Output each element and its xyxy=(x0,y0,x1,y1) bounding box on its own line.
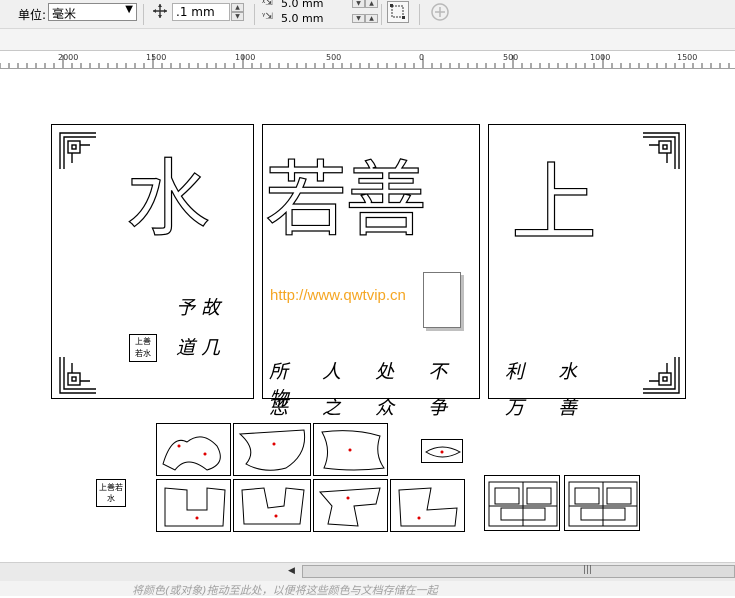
nudge-icon xyxy=(152,3,168,19)
small-calligraphy-line: 道 几 xyxy=(176,337,221,359)
calligraphy-chars: 若善 xyxy=(264,153,427,248)
duplicate-y-value[interactable]: 5.0 mm xyxy=(281,12,323,25)
ruler-tick-label: 2000 xyxy=(58,53,79,62)
ruler-ticks xyxy=(0,55,730,68)
corner-ornament-icon xyxy=(643,132,680,169)
lattice-thumbnail[interactable] xyxy=(564,475,640,531)
scroll-thumb[interactable]: ||| xyxy=(302,565,735,578)
toolbar-divider xyxy=(381,4,382,25)
ruler-tick-label: 1500 xyxy=(677,53,698,62)
scroll-grip-icon: ||| xyxy=(583,565,593,575)
ruler-tick-label: 1000 xyxy=(590,53,611,62)
seal-text: 上善若水 xyxy=(135,337,151,358)
add-button[interactable] xyxy=(430,2,450,22)
ruler-tick-label: 1000 xyxy=(235,53,256,62)
unit-value: 毫米 xyxy=(52,7,77,21)
dup-x-spin-down[interactable]: ▼ xyxy=(352,0,365,8)
panel-right[interactable]: 上 利 水 万 善 xyxy=(488,124,686,419)
ruler-tick-label: 500 xyxy=(326,53,342,62)
bounding-box-icon xyxy=(390,4,405,19)
calligraphy-char: 上 xyxy=(510,154,597,254)
duplicate-x-value[interactable]: 5.0 mm xyxy=(281,0,323,10)
selection-handle[interactable] xyxy=(423,272,461,328)
horizontal-ruler[interactable]: 2000 1500 1000 500 0 500 1000 1500 xyxy=(0,51,735,69)
cut-piece-thumbnail[interactable] xyxy=(390,479,465,532)
scroll-left-icon[interactable]: ◀ xyxy=(288,566,295,576)
corner-ornament-icon xyxy=(59,132,96,169)
dup-y-spin-up[interactable]: ▲ xyxy=(365,14,378,23)
small-calligraphy-line: 万 善 xyxy=(505,397,592,419)
small-calligraphy-line: 予 故 xyxy=(176,297,221,319)
ruler-tick-label: 500 xyxy=(503,53,519,62)
seal-thumbnail-text: 上善若水 xyxy=(99,483,123,503)
nudge-distance-value: .1 mm xyxy=(176,5,215,19)
panel-left[interactable]: 水 予 故 道 几 上善若水 xyxy=(51,124,254,399)
chevron-down-icon: ▼ xyxy=(125,4,133,15)
duplicate-x-icon: ᵡ⇲ xyxy=(262,0,273,8)
transform-tool-button[interactable] xyxy=(387,1,409,23)
unit-label: 单位: xyxy=(18,8,47,22)
ruler-tick-label: 1500 xyxy=(146,53,167,62)
toolbar-divider xyxy=(143,4,144,25)
cut-piece-thumbnail[interactable] xyxy=(313,423,388,476)
calligraphy-char: 水 xyxy=(125,150,211,248)
lattice-thumbnail[interactable] xyxy=(484,475,560,531)
panel-middle[interactable]: 若善 所 人 处 不 物 恶 之 众 争 而 xyxy=(262,124,480,446)
watermark-text: http://www.qwtvip.cn xyxy=(270,287,406,304)
unit-select[interactable]: 毫米 ▼ xyxy=(48,3,137,21)
corner-ornament-icon xyxy=(59,357,96,394)
cut-piece-thumbnail[interactable] xyxy=(421,439,463,463)
dup-x-spin-up[interactable]: ▲ xyxy=(365,0,378,8)
document-palette[interactable]: 将颜色(或对象)拖动至此处，以便将这些颜色与文档存储在一起 xyxy=(0,581,735,597)
plus-circle-icon xyxy=(431,3,449,21)
corner-ornament-icon xyxy=(643,357,680,394)
nudge-up-button[interactable]: ▲ xyxy=(231,3,244,12)
toolbar-area xyxy=(0,29,735,51)
drawing-canvas[interactable]: 水 予 故 道 几 上善若水 若善 所 人 处 不 物 恶 之 众 争 而 上 … xyxy=(0,69,735,561)
ruler-tick-label: 0 xyxy=(419,53,425,62)
seal-thumbnail[interactable]: 上善若水 xyxy=(96,479,126,507)
nudge-down-button[interactable]: ▼ xyxy=(231,12,244,21)
horizontal-scrollbar[interactable]: ◀ ||| xyxy=(0,562,735,581)
cut-piece-thumbnail[interactable] xyxy=(156,479,231,532)
toolbar-divider xyxy=(419,4,420,25)
cut-piece-thumbnail[interactable] xyxy=(233,423,311,476)
toolbar-divider xyxy=(254,4,255,25)
nudge-distance-input[interactable]: .1 mm xyxy=(172,3,230,21)
small-calligraphy-line: 利 水 xyxy=(505,361,592,383)
property-bar: 单位: 毫米 ▼ .1 mm ▲ ▼ ᵡ⇲ 5.0 mm ▼ ▲ ᵞ⇲ 5.0 … xyxy=(0,0,735,29)
cut-piece-thumbnail[interactable] xyxy=(313,479,388,532)
cut-piece-thumbnail[interactable] xyxy=(156,423,231,476)
dup-y-spin-down[interactable]: ▼ xyxy=(352,14,365,23)
cut-piece-thumbnail[interactable] xyxy=(233,479,311,532)
seal-stamp: 上善若水 xyxy=(129,334,157,362)
duplicate-y-icon: ᵞ⇲ xyxy=(262,12,273,22)
